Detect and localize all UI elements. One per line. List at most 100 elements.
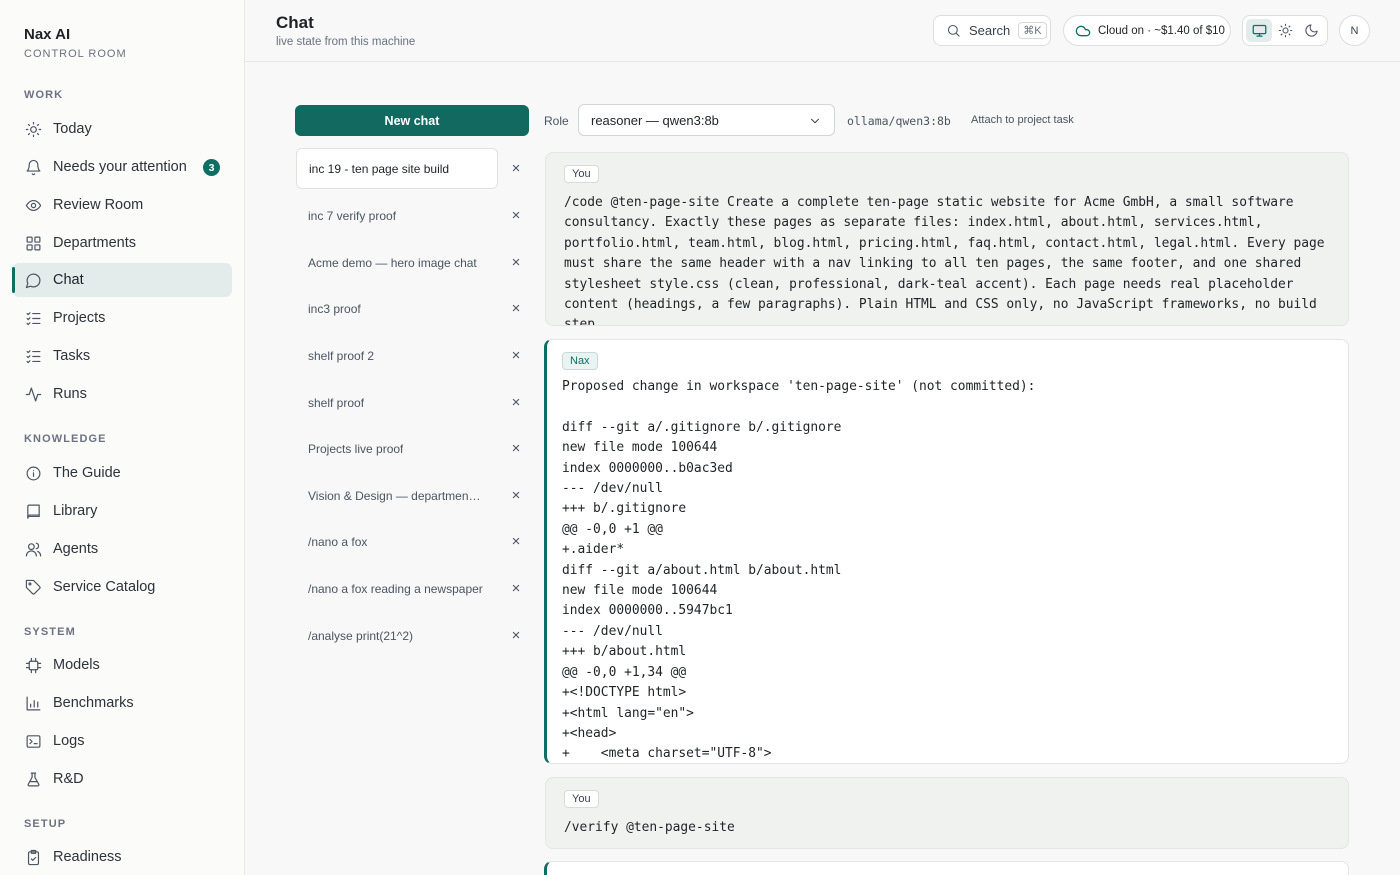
sidebar-item-label: Agents [53, 541, 99, 557]
chat-list-item[interactable]: inc 7 verify proof [296, 195, 530, 236]
model-id: ollama/qwen3:8b [847, 114, 951, 128]
close-icon[interactable]: × [509, 580, 523, 597]
sidebar-item-label: Readiness [53, 849, 122, 865]
bell-icon [24, 158, 42, 176]
chat-list-item[interactable]: /analyse print(21^2) [296, 615, 530, 656]
sun-icon [24, 120, 42, 138]
search-button[interactable]: Search ⌘K [933, 15, 1051, 46]
sidebar-item-label: The Guide [53, 465, 121, 481]
sidebar-item-label: Service Catalog [53, 579, 156, 595]
cloud-status-pill[interactable]: Cloud on · ~$1.40 of $10 [1063, 15, 1231, 46]
chat-list-item[interactable]: Projects live proof [296, 428, 530, 469]
sidebar-item-review-room[interactable]: Review Room [12, 188, 232, 222]
close-icon[interactable]: × [509, 160, 523, 177]
sidebar-item-today[interactable]: Today [12, 112, 232, 146]
cloud-status-text: Cloud on · ~$1.40 of $10 [1098, 24, 1225, 37]
message-assistant-partial [544, 861, 1349, 875]
brand-name: Nax AI [24, 26, 71, 43]
sidebar-item-benchmarks[interactable]: Benchmarks [12, 686, 232, 720]
sun-icon [1278, 23, 1293, 38]
sidebar-item-label: Models [53, 657, 100, 673]
book-icon [24, 502, 42, 520]
close-icon[interactable]: × [509, 487, 523, 504]
chat-title: inc3 proof [308, 301, 361, 316]
role-select[interactable]: reasoner — qwen3:8b [578, 104, 835, 136]
sidebar-item-agents[interactable]: Agents [12, 532, 232, 566]
chevron-down-icon [808, 114, 822, 131]
close-icon[interactable]: × [509, 254, 523, 271]
close-icon[interactable]: × [509, 300, 523, 317]
chat-title: /nano a fox [308, 534, 368, 549]
sidebar-item-readiness[interactable]: Readiness [12, 840, 232, 874]
chat-title: /nano a fox reading a newspaper [308, 581, 483, 596]
sidebar-item-label: Library [53, 503, 98, 519]
close-icon[interactable]: × [509, 347, 523, 364]
message-assistant: Nax Proposed change in workspace 'ten-pa… [544, 339, 1349, 764]
sidebar-item-departments[interactable]: Departments [12, 226, 232, 260]
close-icon[interactable]: × [509, 533, 523, 550]
chat-list-item[interactable]: Acme demo — hero image chat [296, 242, 530, 283]
attach-to-project-task-link[interactable]: Attach to project task [971, 114, 1074, 126]
sidebar-item-label: Projects [53, 310, 106, 326]
close-icon[interactable]: × [509, 207, 523, 224]
user-avatar[interactable]: N [1339, 15, 1370, 46]
chat-list-item[interactable]: /nano a fox reading a newspaper [296, 568, 530, 609]
search-label: Search [969, 23, 1011, 38]
chat-icon [24, 271, 42, 289]
list-check-icon [24, 309, 42, 327]
page-subtitle: live state from this machine [276, 36, 416, 48]
message-user: You /verify @ten-page-site [545, 777, 1349, 849]
sidebar: Nax AI CONTROL ROOM WORK Today Needs you… [0, 0, 245, 875]
chat-list-item[interactable]: shelf proof [296, 382, 530, 423]
sender-badge: You [564, 165, 599, 183]
section-label-system: SYSTEM [24, 626, 76, 638]
sidebar-item-runs[interactable]: Runs [12, 377, 232, 411]
chat-list-item[interactable]: Vision & Design — department ... [296, 475, 530, 516]
sidebar-item-logs[interactable]: Logs [12, 724, 232, 758]
sidebar-item-rnd[interactable]: R&D [12, 762, 232, 796]
message-text: /code @ten-page-site Create a complete t… [564, 195, 1333, 326]
close-icon[interactable]: × [509, 394, 523, 411]
chat-title: inc 7 verify proof [308, 208, 397, 223]
clipboard-check-icon [24, 848, 42, 866]
message-text: Proposed change in workspace 'ten-page-s… [562, 379, 1036, 762]
sidebar-item-label: Chat [53, 272, 84, 288]
activity-icon [24, 385, 42, 403]
role-label: Role [544, 114, 569, 128]
sidebar-item-service-catalog[interactable]: Service Catalog [12, 570, 232, 604]
chat-title: inc 19 - ten page site build [309, 161, 450, 176]
theme-light-button[interactable] [1272, 19, 1298, 42]
chip-icon [24, 656, 42, 674]
brand: Nax AI CONTROL ROOM [24, 26, 127, 60]
search-icon [946, 23, 961, 38]
sidebar-item-guide[interactable]: The Guide [12, 456, 232, 490]
chat-title: shelf proof [308, 395, 365, 410]
message-text: /verify @ten-page-site [564, 820, 735, 835]
sidebar-item-models[interactable]: Models [12, 648, 232, 682]
close-icon[interactable]: × [509, 627, 523, 644]
monitor-icon [1252, 23, 1267, 38]
message-user: You /code @ten-page-site Create a comple… [545, 152, 1349, 326]
role-select-value: reasoner — qwen3:8b [591, 112, 719, 128]
sidebar-item-projects[interactable]: Projects [12, 301, 232, 335]
chat-list-item[interactable]: inc 19 - ten page site build [296, 148, 498, 189]
chat-list-item[interactable]: shelf proof 2 [296, 335, 530, 376]
sidebar-item-chat[interactable]: Chat [12, 263, 232, 297]
theme-dark-button[interactable] [1298, 19, 1324, 42]
chat-list-item[interactable]: /nano a fox [296, 521, 530, 562]
new-chat-button[interactable]: New chat [295, 105, 529, 136]
sender-badge: You [564, 790, 599, 808]
cloud-icon [1075, 23, 1091, 39]
theme-system-button[interactable] [1246, 19, 1272, 42]
tag-icon [24, 578, 42, 596]
sidebar-item-tasks[interactable]: Tasks [12, 339, 232, 373]
sidebar-item-needs-attention[interactable]: Needs your attention 3 [12, 150, 232, 184]
moon-icon [1304, 23, 1319, 38]
theme-switcher [1242, 15, 1328, 46]
sidebar-item-label: Logs [53, 733, 85, 749]
sidebar-item-library[interactable]: Library [12, 494, 232, 528]
chat-title: Projects live proof [308, 441, 404, 456]
close-icon[interactable]: × [509, 440, 523, 457]
chat-list-item[interactable]: inc3 proof [296, 288, 530, 329]
terminal-icon [24, 732, 42, 750]
